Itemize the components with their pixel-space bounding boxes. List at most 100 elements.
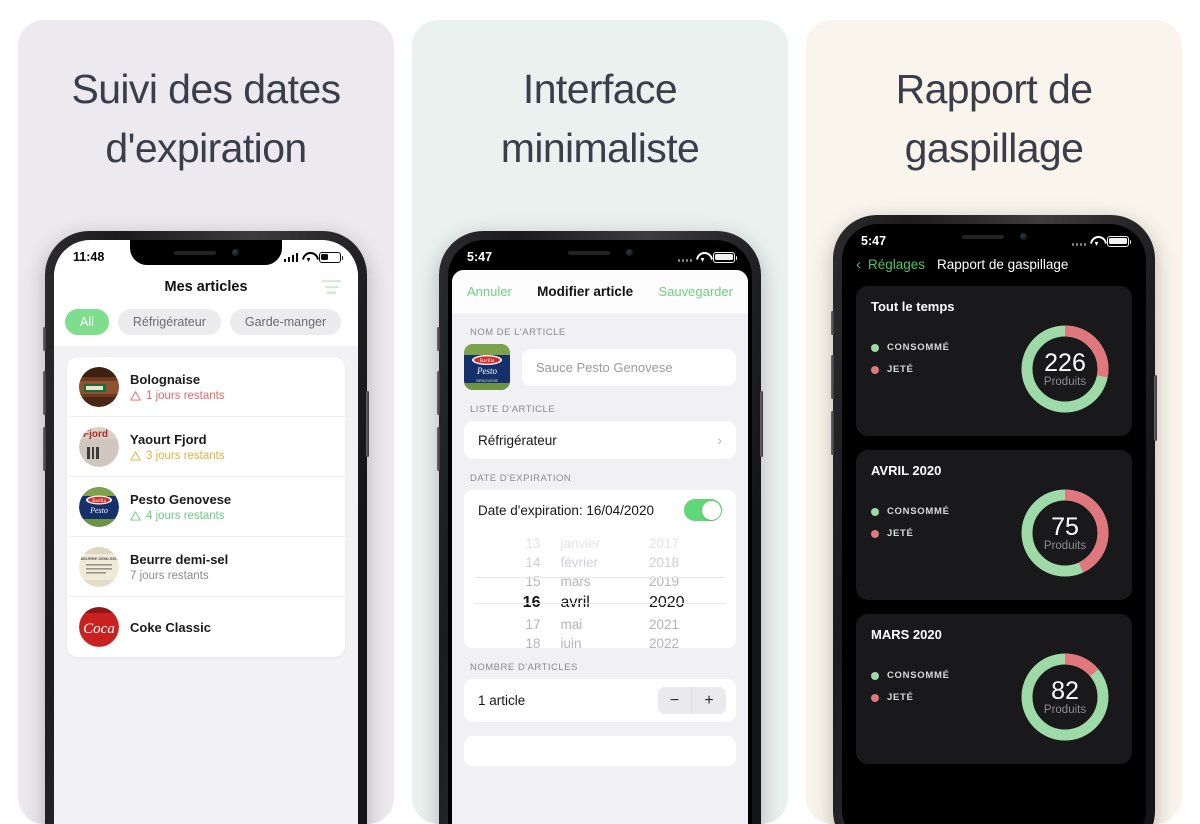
donut-value: 226 xyxy=(1044,348,1086,377)
stepper-plus-button[interactable]: + xyxy=(692,687,726,714)
list-item[interactable]: Fjord Yaourt Fjord 3 jours restants xyxy=(67,417,345,477)
picker-row[interactable]: 13 janvier 2017 xyxy=(464,534,736,553)
phone-mockup-3: 5:47 ‹ Réglages Rapport de gaspillage To… xyxy=(831,215,1157,824)
cellular-signal-icon xyxy=(283,252,298,262)
legend-dot-consumed xyxy=(871,507,879,516)
donut-chart: 82 Produits xyxy=(1018,650,1112,744)
svg-text:Barilla: Barilla xyxy=(480,358,496,364)
donut-unit: Produits xyxy=(1043,540,1087,553)
list-item[interactable]: Barilla Pesto Pesto Genovese 4 jours res xyxy=(67,477,345,537)
item-expiry: 4 jours restants xyxy=(130,510,231,522)
battery-icon xyxy=(319,251,344,263)
item-thumbnail-coke: Coca xyxy=(79,607,119,647)
warning-triangle-icon xyxy=(130,510,141,521)
article-count-row: 1 article − + xyxy=(464,679,736,722)
picker-row[interactable]: 17 mai 2021 xyxy=(464,615,736,634)
next-card-peek xyxy=(464,736,736,766)
date-picker-rows: 13 janvier 2017 14 février 2018 15 mars … xyxy=(464,534,736,648)
donut-center: 226 Produits xyxy=(1018,322,1112,416)
power-button xyxy=(366,391,369,457)
page-title: Mes articles xyxy=(164,279,248,295)
svg-text:BEURRE DEMI-SEL: BEURRE DEMI-SEL xyxy=(80,556,118,561)
item-text: Yaourt Fjord 3 jours restants xyxy=(130,432,225,462)
report-period-title: MARS 2020 xyxy=(871,627,942,642)
expiry-date-toggle[interactable] xyxy=(684,499,722,521)
legend-dot-consumed xyxy=(871,671,879,680)
app-store-screenshot-gallery: Suivi des dates d'expiration 11:48 Mes a… xyxy=(0,0,1200,824)
item-name: Coke Classic xyxy=(130,619,211,635)
status-indicators xyxy=(677,251,738,263)
donut-center: 82 Produits xyxy=(1018,650,1112,744)
article-name-row: Barilla Pesto GENOVESE Sauce Pesto Genov… xyxy=(452,344,748,390)
status-time: 11:48 xyxy=(73,250,105,264)
warning-triangle-icon xyxy=(130,390,141,401)
section-label-name: NOM DE L'ARTICLE xyxy=(470,327,566,338)
volume-down-button xyxy=(437,427,440,471)
panel-headline-1: Suivi des dates d'expiration xyxy=(71,66,341,172)
hamburger-filter-icon[interactable] xyxy=(322,280,341,294)
phone-1-screen: 11:48 Mes articles All Réfrigérateur Gar… xyxy=(54,240,358,824)
report-card[interactable]: Tout le temps CONSOMMÉ JETÉ 226 Produits xyxy=(856,286,1132,436)
cancel-button[interactable]: Annuler xyxy=(467,284,512,299)
status-bar-1: 11:48 xyxy=(54,240,358,270)
report-scroll-area[interactable]: Tout le temps CONSOMMÉ JETÉ 226 Produits… xyxy=(842,286,1146,824)
picker-row[interactable]: 15 mars 2019 xyxy=(464,572,736,591)
phone-mockup-1: 11:48 Mes articles All Réfrigérateur Gar… xyxy=(43,231,369,824)
filter-chip-all[interactable]: All xyxy=(65,309,109,335)
date-picker-wheel[interactable]: 13 janvier 2017 14 février 2018 15 mars … xyxy=(464,530,736,648)
section-label-count: NOMBRE D'ARTICLES xyxy=(470,662,578,673)
cellular-signal-icon xyxy=(677,253,692,262)
save-button[interactable]: Sauvegarder xyxy=(659,284,733,299)
page-title: Rapport de gaspillage xyxy=(937,257,1069,272)
picker-row[interactable]: 18 juin 2022 xyxy=(464,634,736,648)
article-list-selector[interactable]: Réfrigérateur › xyxy=(464,421,736,459)
volume-up-button xyxy=(437,371,440,415)
item-name: Yaourt Fjord xyxy=(130,431,207,447)
item-name: Beurre demi-sel xyxy=(130,551,229,567)
svg-text:Fjord: Fjord xyxy=(83,429,108,440)
donut-unit: Produits xyxy=(1043,704,1087,717)
svg-text:Coca: Coca xyxy=(83,621,115,637)
item-name: Pesto Genovese xyxy=(130,491,232,507)
item-text: Pesto Genovese 4 jours restants xyxy=(130,492,231,522)
power-button xyxy=(1154,375,1157,441)
filter-chip-garde-manger[interactable]: Garde-manger xyxy=(229,309,342,335)
article-list-value: Réfrigérateur xyxy=(478,432,557,448)
svg-text:Pesto: Pesto xyxy=(476,366,497,376)
back-button-reglages[interactable]: Réglages xyxy=(868,257,925,272)
status-bar-3: 5:47 xyxy=(842,224,1146,254)
report-card[interactable]: MARS 2020 CONSOMMÉ JETÉ 82 Produits xyxy=(856,614,1132,764)
article-name-input[interactable]: Sauce Pesto Genovese xyxy=(522,348,736,386)
donut-value: 82 xyxy=(1051,676,1079,705)
donut-unit: Produits xyxy=(1043,376,1087,389)
status-bar-2: 5:47 xyxy=(448,240,752,270)
silent-switch xyxy=(831,311,834,335)
report-card[interactable]: AVRIL 2020 CONSOMMÉ JETÉ 75 Produits xyxy=(856,450,1132,600)
modal-navigation-bar: Annuler Modifier article Sauvegarder xyxy=(452,270,748,313)
panel-headline-3: Rapport de gaspillage xyxy=(895,66,1093,172)
stepper-minus-button[interactable]: − xyxy=(658,687,692,714)
warning-triangle-icon xyxy=(130,450,141,461)
filter-chip-bar: All Réfrigérateur Garde-manger xyxy=(54,304,358,346)
phone-mockup-2: 5:47 Annuler Modifier article Sauvegarde… xyxy=(437,231,763,824)
status-indicators xyxy=(1071,235,1132,247)
battery-icon xyxy=(713,251,738,263)
filter-chip-refrigerateur[interactable]: Réfrigérateur xyxy=(117,309,221,335)
phone-2-screen: 5:47 Annuler Modifier article Sauvegarde… xyxy=(448,240,752,824)
list-item[interactable]: Bolognaise 1 jours restants xyxy=(67,357,345,417)
status-time: 5:47 xyxy=(861,234,887,248)
item-thumbnail-bolognaise xyxy=(79,366,119,407)
list-item[interactable]: Coca Coke Classic xyxy=(67,597,345,657)
product-thumbnail-pesto: Barilla Pesto GENOVESE xyxy=(464,344,510,390)
picker-row[interactable]: 14 février 2018 xyxy=(464,553,736,572)
svg-text:Pesto: Pesto xyxy=(89,506,108,515)
list-item[interactable]: BEURRE DEMI-SEL Beurre demi-sel 7 jours … xyxy=(67,537,345,597)
donut-chart: 226 Produits xyxy=(1018,322,1112,416)
quantity-stepper[interactable]: − + xyxy=(658,687,726,714)
item-thumbnail-pesto: Barilla Pesto xyxy=(79,486,119,527)
item-thumbnail-yaourt: Fjord xyxy=(79,426,119,467)
volume-down-button xyxy=(43,427,46,471)
wifi-icon xyxy=(302,252,315,262)
item-thumbnail-beurre: BEURRE DEMI-SEL xyxy=(79,546,119,587)
chevron-left-icon[interactable]: ‹ xyxy=(856,257,861,272)
